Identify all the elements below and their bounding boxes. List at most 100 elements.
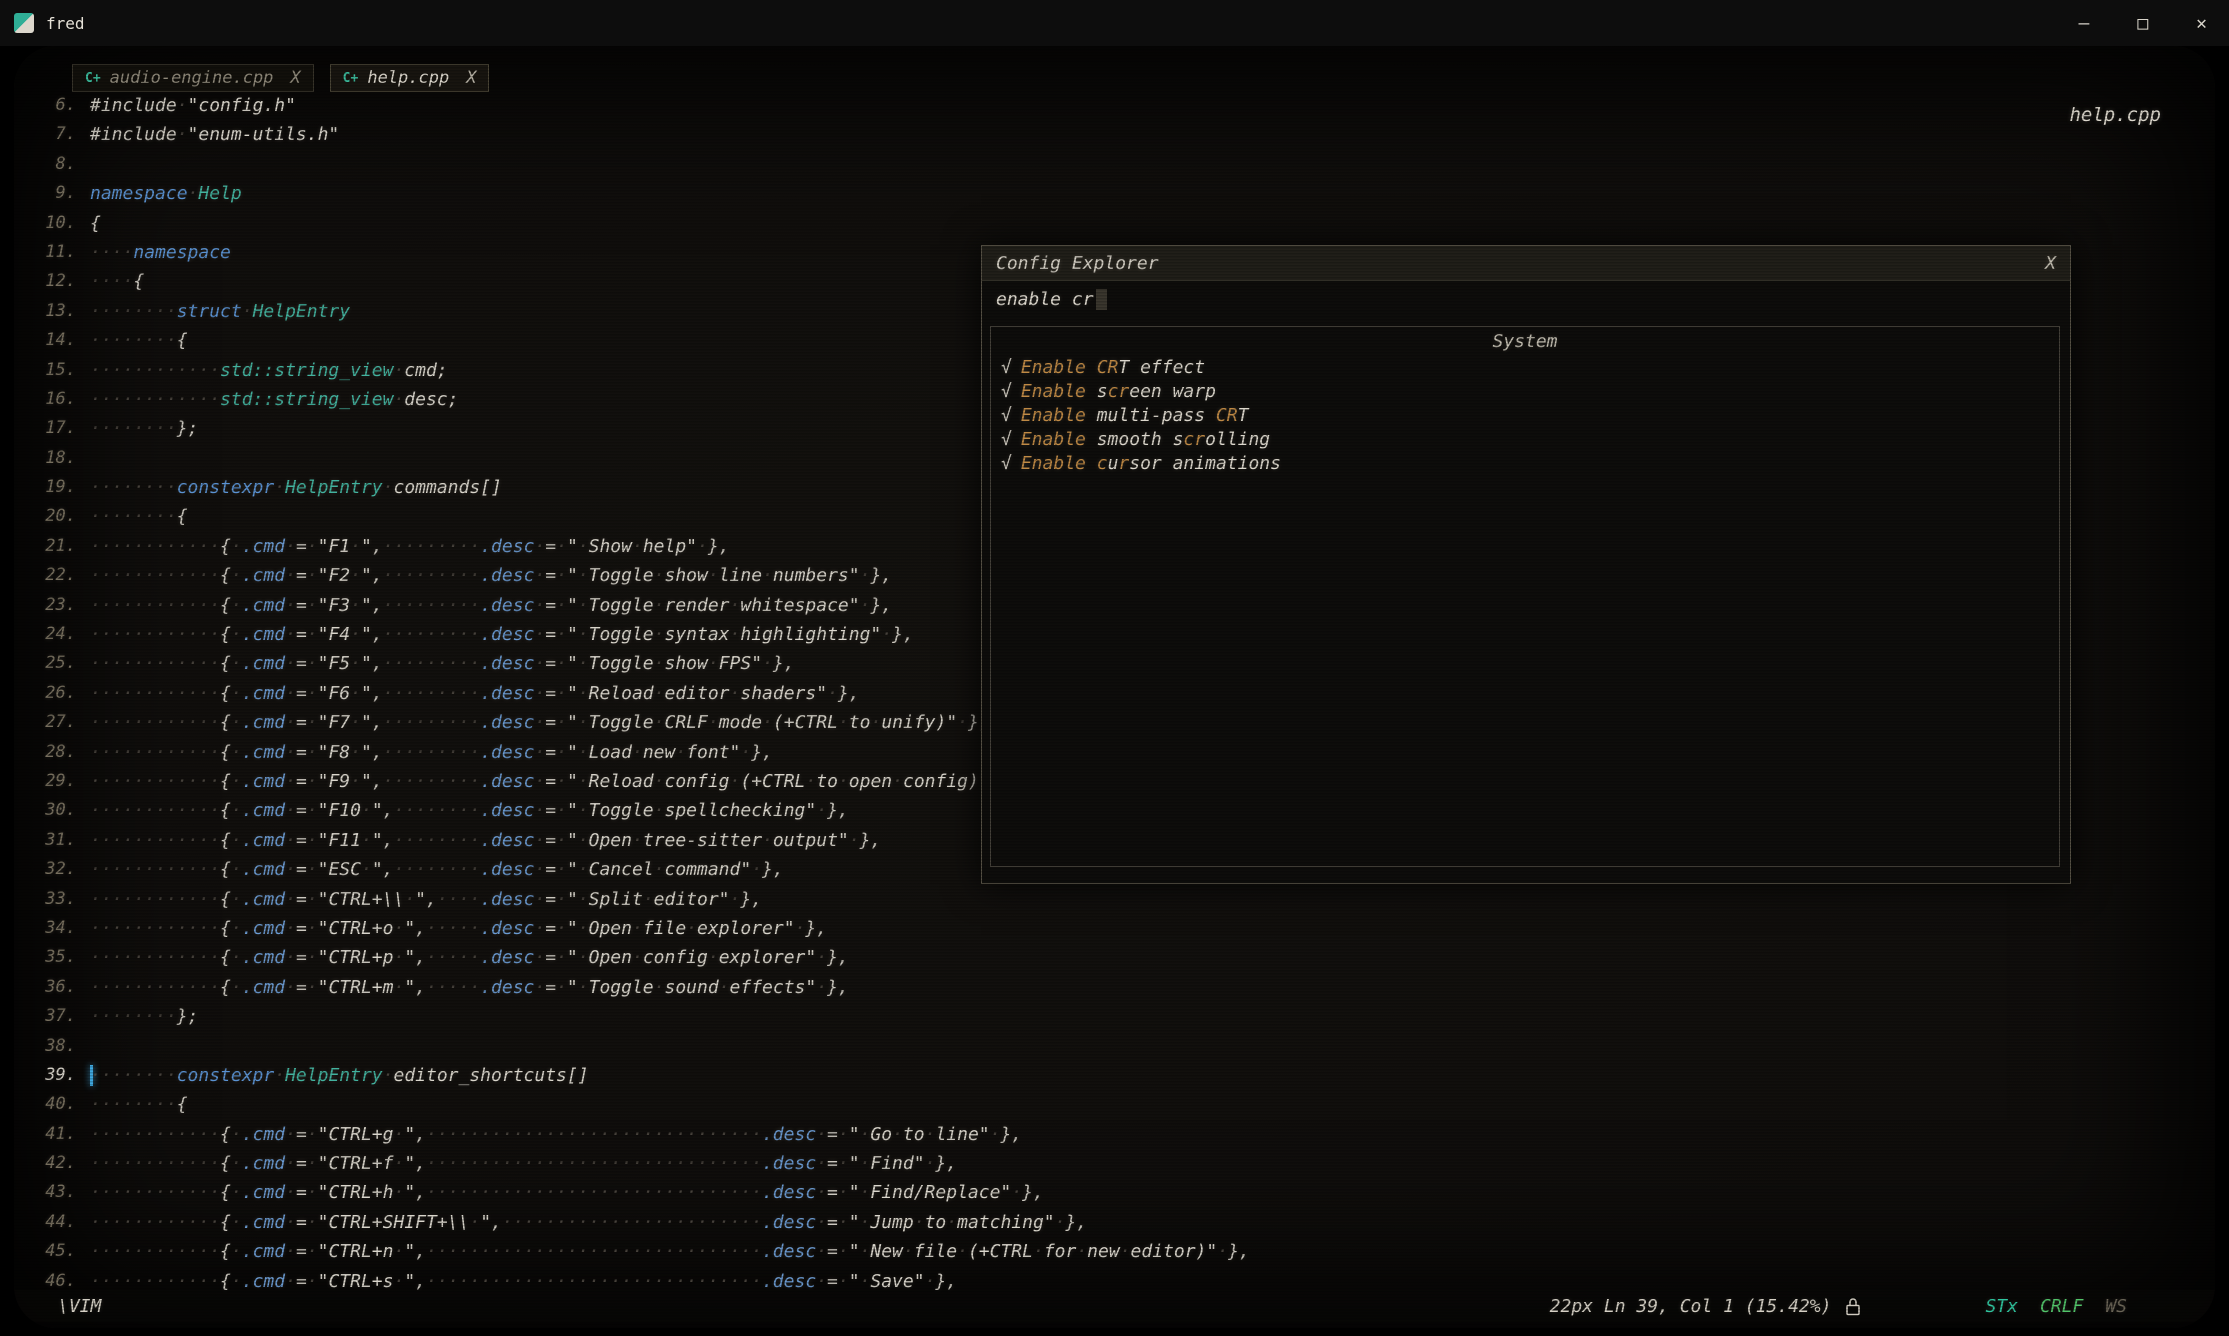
code-token: open — [849, 771, 892, 792]
code-line[interactable]: 10.{ — [14, 209, 2215, 238]
code-token: · — [350, 742, 361, 763]
code-token: = — [545, 653, 556, 674]
code-token: " — [361, 771, 372, 792]
code-line[interactable]: 37.········}; — [14, 1002, 2215, 1031]
window-controls: – □ ✕ — [2078, 13, 2207, 34]
code-line[interactable]: 45.············{·.cmd·=·"CTRL+n·",······… — [14, 1237, 2215, 1266]
status-bar: \VIM 22px Ln 39, Col 1 (15.42%) STxCRLFW… — [14, 1290, 2215, 1322]
lock-icon — [1845, 1297, 1861, 1316]
line-number: 36. — [14, 973, 90, 1002]
code-token: config)" — [903, 771, 990, 792]
code-token: ········ — [90, 301, 177, 322]
code-line[interactable]: 39.········constexpr·HelpEntry·editor_sh… — [14, 1061, 2215, 1090]
code-line[interactable]: 36.············{·.cmd·=·"CTRL+m·",·····.… — [14, 973, 2215, 1002]
code-token: .cmd — [242, 771, 285, 792]
config-options-list: √Enable CRT effect√Enable screen warp√En… — [991, 356, 2059, 476]
code-line[interactable]: 8. — [14, 150, 2215, 179]
code-token: Jump — [870, 1212, 913, 1233]
code-line[interactable]: 41.············{·.cmd·=·"CTRL+g·",······… — [14, 1120, 2215, 1149]
line-number: 6. — [14, 91, 90, 120]
code-line[interactable]: 7.#include·"enum-utils.h" — [14, 120, 2215, 149]
app-icon — [14, 13, 34, 33]
config-search-input[interactable]: enable cr — [982, 281, 2070, 317]
code-line[interactable]: 43.············{·.cmd·=·"CTRL+h·",······… — [14, 1178, 2215, 1207]
code-token: · — [534, 889, 545, 910]
code-token: " — [567, 683, 578, 704]
close-button[interactable]: ✕ — [2196, 13, 2207, 34]
popup-titlebar: Config Explorer X — [982, 246, 2070, 281]
code-line[interactable]: 34.············{·.cmd·=·"CTRL+o·",·····.… — [14, 914, 2215, 943]
code-text: #include·"enum-utils.h" — [90, 120, 339, 149]
code-token: · — [307, 683, 318, 704]
code-token: .desc — [762, 1182, 816, 1203]
tab-help-cpp[interactable]: C+ help.cpp X — [330, 64, 490, 92]
code-token: · — [578, 683, 589, 704]
config-option[interactable]: √Enable smooth scrolling — [1001, 428, 2059, 452]
code-line[interactable]: 33.············{·.cmd·=·"CTRL+\\·",····.… — [14, 885, 2215, 914]
code-token: · — [1076, 1241, 1087, 1262]
code-line[interactable]: 44.············{·.cmd·=·"CTRL+SHIFT+\\·"… — [14, 1208, 2215, 1237]
code-line[interactable]: 35.············{·.cmd·=·"CTRL+p·",·····.… — [14, 943, 2215, 972]
code-token: ············ — [90, 830, 220, 851]
code-token: HelpEntry — [285, 1065, 383, 1086]
code-line[interactable]: 40.········{ — [14, 1090, 2215, 1119]
code-line[interactable]: 38. — [14, 1032, 2215, 1061]
code-token: · — [534, 565, 545, 586]
code-token: · — [285, 712, 296, 733]
code-token: = — [545, 918, 556, 939]
code-text: ····{ — [90, 267, 144, 296]
option-text: Enable — [1021, 453, 1086, 474]
code-token: · — [1055, 1212, 1066, 1233]
code-token: · — [751, 859, 762, 880]
code-token: new — [1087, 1241, 1120, 1262]
code-token: "CTRL+p — [318, 947, 394, 968]
code-token: = — [545, 771, 556, 792]
code-token: .desc — [480, 712, 534, 733]
option-text: olling — [1205, 429, 1270, 450]
code-token: "CTRL+SHIFT+\\ — [318, 1212, 470, 1233]
code-token: = — [296, 1153, 307, 1174]
config-option[interactable]: √Enable screen warp — [1001, 380, 2059, 404]
code-token: std::string_view — [220, 389, 393, 410]
code-line[interactable]: 6.#include·"config.h" — [14, 91, 2215, 120]
option-text: CR — [1216, 405, 1238, 426]
maximize-button[interactable]: □ — [2137, 13, 2148, 34]
code-token: ············ — [90, 977, 220, 998]
code-token: "F4 — [318, 624, 351, 645]
option-text: sor animations — [1129, 453, 1281, 474]
code-token: " — [567, 712, 578, 733]
line-number: 22. — [14, 561, 90, 590]
tab-close-icon[interactable]: X — [290, 68, 300, 88]
minimize-button[interactable]: – — [2078, 13, 2089, 34]
line-number: 39. — [14, 1061, 90, 1090]
tab-audio-engine-cpp[interactable]: C+ audio-engine.cpp X — [72, 64, 314, 92]
code-token: " — [567, 889, 578, 910]
code-token: , — [415, 918, 426, 939]
popup-close-icon[interactable]: X — [2045, 253, 2056, 274]
code-line[interactable]: 9.namespace·Help — [14, 179, 2215, 208]
code-token: · — [556, 859, 567, 880]
line-number: 43. — [14, 1178, 90, 1207]
code-token: · — [719, 977, 730, 998]
config-option[interactable]: √Enable CRT effect — [1001, 356, 2059, 380]
code-token: "CTRL+s — [318, 1271, 394, 1292]
code-token: to — [849, 712, 871, 733]
code-token: · — [361, 859, 372, 880]
code-token: FPS" — [719, 653, 762, 674]
code-token: · — [534, 771, 545, 792]
status-flag: CRLF — [2040, 1296, 2083, 1317]
tab-close-icon[interactable]: X — [466, 68, 476, 88]
code-token: syntax — [665, 624, 730, 645]
code-token: · — [708, 653, 719, 674]
code-token: " — [361, 653, 372, 674]
config-option[interactable]: √Enable cursor animations — [1001, 452, 2059, 476]
code-line[interactable]: 42.············{·.cmd·=·"CTRL+f·",······… — [14, 1149, 2215, 1178]
config-option[interactable]: √Enable multi-pass CRT — [1001, 404, 2059, 428]
code-token: { — [220, 595, 231, 616]
checkbox-checked-icon: √ — [1001, 405, 1012, 426]
code-token: .desc — [480, 800, 534, 821]
code-token: .cmd — [242, 536, 285, 557]
code-token: · — [231, 1271, 242, 1292]
code-text: ············{·.cmd·=·"CTRL+p·",·····.des… — [90, 943, 849, 972]
code-token: · — [285, 536, 296, 557]
